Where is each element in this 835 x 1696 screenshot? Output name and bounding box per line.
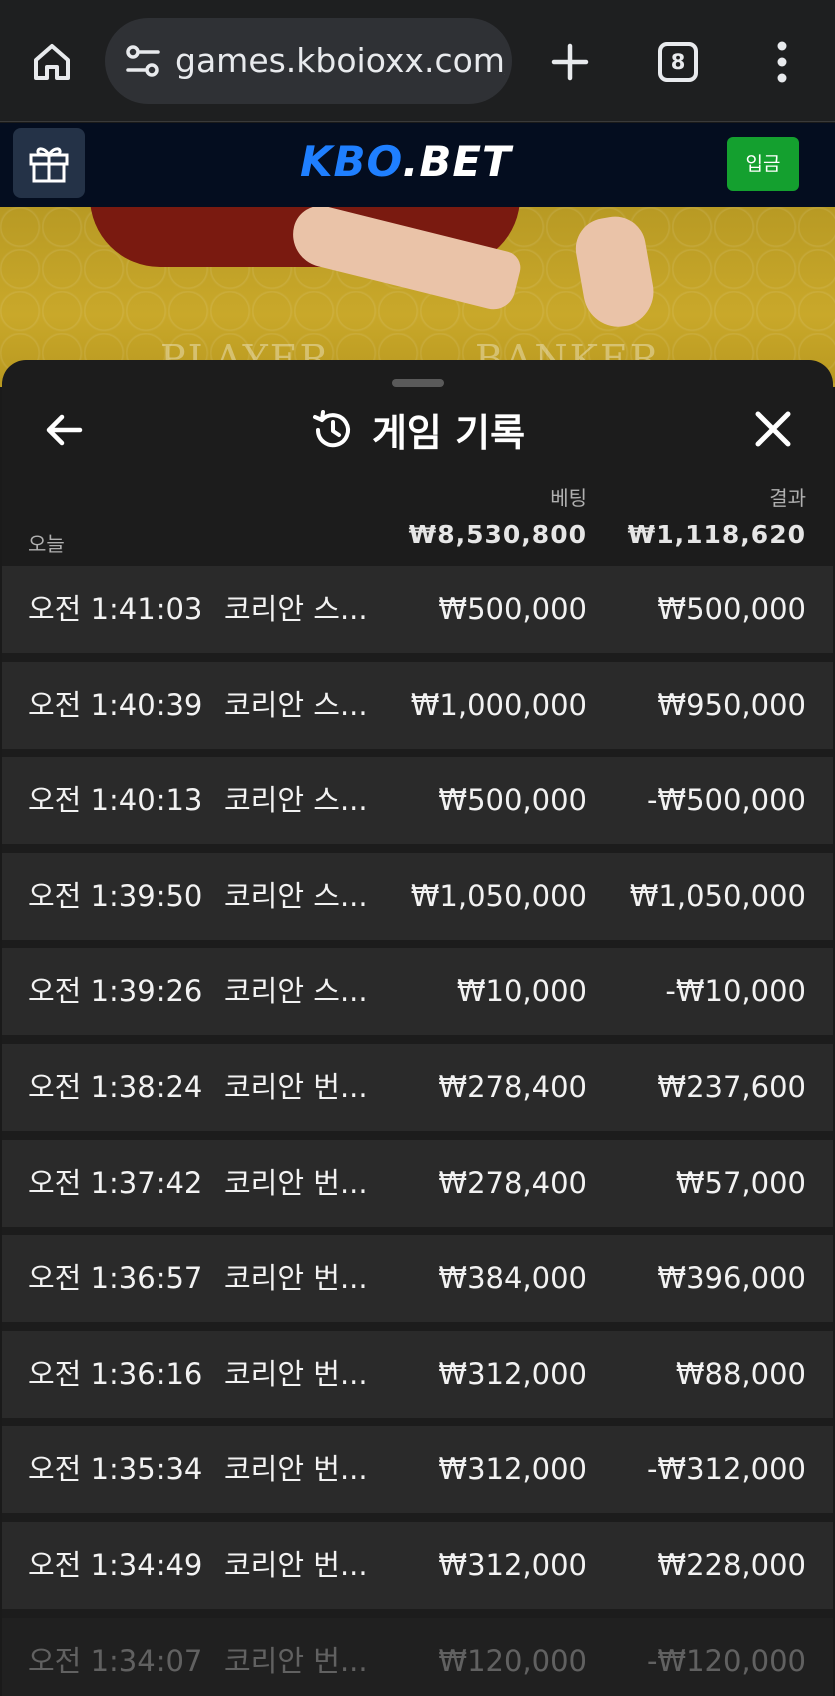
gift-button[interactable]: [13, 128, 85, 198]
deposit-button[interactable]: 입금: [727, 137, 799, 191]
url-text[interactable]: games.kboioxx.com/: [175, 18, 505, 104]
tab-switcher-button[interactable]: 8: [658, 42, 698, 82]
row-bet: ₩312,000: [438, 1547, 587, 1582]
history-row[interactable]: 오전 1:39:50 코리안 스... ₩1,050,000 ₩1,050,000: [2, 852, 833, 940]
history-list: 오전 1:41:03 코리안 스... ₩500,000 ₩500,000 오전 1:…: [2, 566, 833, 1696]
row-result: ₩88,000: [675, 1356, 806, 1391]
row-game: 코리안 스...: [224, 687, 368, 722]
row-result: ₩500,000: [657, 592, 806, 626]
game-history-sheet: 게임 기록 베팅 결과 오늘 ₩8,530,800 ₩1,118,620 오전 …: [2, 360, 833, 1696]
history-row[interactable]: 오전 1:40:13 코리안 스... ₩500,000 -₩500,000: [2, 757, 833, 845]
row-game: 코리안 번...: [224, 1643, 368, 1678]
row-bet: ₩312,000: [438, 1452, 587, 1487]
history-row[interactable]: 오전 1:35:34 코리안 번... ₩312,000 -₩312,000: [2, 1426, 833, 1514]
row-result: -₩500,000: [646, 783, 806, 818]
row-game: 코리안 번...: [224, 1356, 368, 1391]
home-icon[interactable]: [28, 38, 76, 86]
row-result: ₩228,000: [657, 1547, 806, 1582]
row-time: 오전 1:36:57: [28, 1261, 203, 1296]
row-time: 오전 1:34:49: [28, 1547, 203, 1582]
row-game: 코리안 번...: [224, 1547, 368, 1582]
more-menu-icon[interactable]: [770, 40, 794, 84]
row-result: ₩1,050,000: [629, 878, 806, 913]
history-row[interactable]: 오전 1:34:07 코리안 번... ₩120,000 -₩120,000: [2, 1617, 833, 1696]
row-bet: ₩1,000,000: [410, 687, 587, 722]
row-time: 오전 1:41:03: [28, 592, 203, 626]
total-result: ₩1,118,620: [627, 520, 806, 549]
new-tab-icon[interactable]: [548, 40, 592, 84]
row-game: 코리안 스...: [224, 783, 368, 818]
close-icon[interactable]: [754, 410, 792, 448]
row-result: -₩312,000: [646, 1452, 806, 1487]
history-row[interactable]: 오전 1:38:24 코리안 번... ₩278,400 ₩237,600: [2, 1043, 833, 1131]
row-time: 오전 1:37:42: [28, 1165, 203, 1200]
history-row[interactable]: 오전 1:34:49 코리안 번... ₩312,000 ₩228,000: [2, 1521, 833, 1609]
row-time: 오전 1:38:24: [28, 1069, 203, 1104]
site-header: KBO.BET 입금: [0, 123, 835, 207]
row-result: -₩10,000: [665, 974, 806, 1009]
row-bet: ₩278,400: [438, 1069, 587, 1104]
history-row[interactable]: 오전 1:40:39 코리안 스... ₩1,000,000 ₩950,000: [2, 661, 833, 749]
total-bet: ₩8,530,800: [408, 520, 587, 549]
row-time: 오전 1:35:34: [28, 1452, 203, 1487]
row-result: ₩950,000: [657, 687, 806, 722]
row-bet: ₩500,000: [438, 783, 587, 818]
row-result: ₩237,600: [657, 1069, 806, 1104]
row-bet: ₩312,000: [438, 1356, 587, 1391]
row-result: -₩120,000: [646, 1643, 806, 1678]
row-time: 오전 1:34:07: [28, 1643, 203, 1678]
row-time: 오전 1:40:39: [28, 687, 203, 722]
date-group-label: 오늘: [28, 532, 65, 556]
row-bet: ₩384,000: [438, 1261, 587, 1296]
result-column-header: 결과: [769, 486, 806, 510]
history-row[interactable]: 오전 1:39:26 코리안 스... ₩10,000 -₩10,000: [2, 948, 833, 1036]
row-game: 코리안 스...: [224, 974, 368, 1009]
site-logo[interactable]: KBO.BET: [300, 137, 512, 186]
row-time: 오전 1:36:16: [28, 1356, 203, 1391]
row-game: 코리안 번...: [224, 1165, 368, 1200]
sheet-header: 게임 기록: [2, 402, 833, 457]
history-row[interactable]: 오전 1:36:57 코리안 번... ₩384,000 ₩396,000: [2, 1235, 833, 1323]
row-time: 오전 1:40:13: [28, 783, 203, 818]
row-result: ₩396,000: [657, 1261, 806, 1296]
sheet-title: 게임 기록: [371, 411, 526, 455]
browser-toolbar: games.kboioxx.com/ 8: [0, 0, 835, 122]
gift-icon: [29, 147, 69, 183]
address-bar[interactable]: games.kboioxx.com/: [105, 18, 512, 104]
row-time: 오전 1:39:50: [28, 878, 203, 913]
row-game: 코리안 번...: [224, 1261, 368, 1296]
row-bet: ₩278,400: [438, 1165, 587, 1200]
row-game: 코리안 스...: [224, 878, 368, 913]
row-game: 코리안 스...: [224, 592, 368, 626]
row-bet: ₩120,000: [438, 1643, 587, 1678]
row-game: 코리안 번...: [224, 1069, 368, 1104]
row-bet: ₩500,000: [438, 592, 587, 626]
row-game: 코리안 번...: [224, 1452, 368, 1487]
row-result: ₩57,000: [675, 1165, 806, 1200]
history-row[interactable]: 오전 1:37:42 코리안 번... ₩278,400 ₩57,000: [2, 1139, 833, 1227]
row-bet: ₩10,000: [456, 974, 587, 1009]
site-settings-icon[interactable]: [125, 44, 161, 78]
drag-handle[interactable]: [392, 379, 444, 387]
history-row[interactable]: 오전 1:36:16 코리안 번... ₩312,000 ₩88,000: [2, 1330, 833, 1418]
row-time: 오전 1:39:26: [28, 974, 203, 1009]
history-icon: [310, 408, 354, 452]
row-bet: ₩1,050,000: [410, 878, 587, 913]
history-row[interactable]: 오전 1:41:03 코리안 스... ₩500,000 ₩500,000: [2, 566, 833, 653]
bet-column-header: 베팅: [550, 486, 587, 510]
